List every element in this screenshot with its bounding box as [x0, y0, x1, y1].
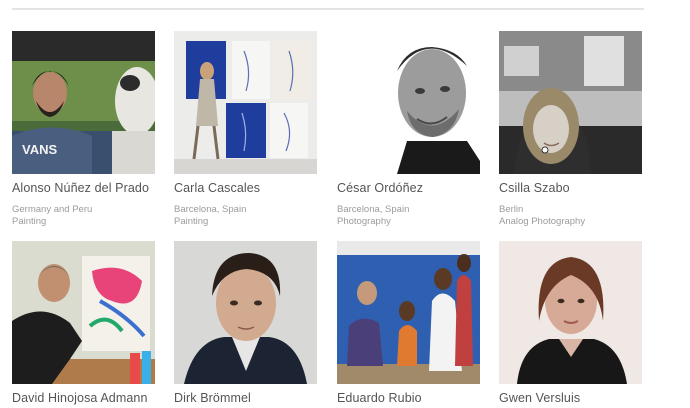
artist-discipline: Analog Photography	[499, 216, 586, 227]
artist-photo[interactable]	[337, 31, 480, 174]
artist-card-eduardo[interactable]: Eduardo Rubio	[337, 241, 480, 405]
artist-photo[interactable]: VANS	[12, 31, 155, 174]
artist-name[interactable]: Csilla Szabo	[499, 181, 642, 195]
artist-name[interactable]: César Ordóñez	[337, 181, 480, 195]
top-divider	[12, 8, 644, 10]
artist-name[interactable]: Eduardo Rubio	[337, 391, 480, 405]
artist-location: Berlin	[499, 204, 524, 215]
artist-location: Barcelona, Spain	[174, 204, 247, 215]
artist-card-alonso[interactable]: VANS Alonso Núñez del Prado Germany and …	[12, 31, 155, 228]
artist-discipline: Painting	[174, 216, 209, 227]
artist-card-dirk[interactable]: Dirk Brömmel	[174, 241, 317, 405]
artist-photo[interactable]	[12, 241, 155, 384]
artist-photo[interactable]	[174, 241, 317, 384]
artist-card-csilla[interactable]: Csilla Szabo Berlin Analog Photography	[499, 31, 642, 228]
artist-photo[interactable]	[499, 31, 642, 174]
artist-card-david[interactable]: David Hinojosa Admann	[12, 241, 155, 405]
artist-discipline: Photography	[337, 216, 391, 227]
artist-photo[interactable]	[337, 241, 480, 384]
artist-photo[interactable]	[174, 31, 317, 174]
shirt-logo-text: VANS	[22, 142, 57, 157]
artist-discipline: Painting	[12, 216, 47, 227]
artist-card-carla[interactable]: Carla Cascales Barcelona, Spain Painting	[174, 31, 317, 228]
artist-name[interactable]: David Hinojosa Admann	[12, 391, 155, 405]
artist-card-gwen[interactable]: Gwen Versluis	[499, 241, 642, 405]
artist-name[interactable]: Carla Cascales	[174, 181, 317, 195]
artist-name[interactable]: Alonso Núñez del Prado	[12, 181, 155, 195]
artist-photo[interactable]	[499, 241, 642, 384]
artist-name[interactable]: Gwen Versluis	[499, 391, 642, 405]
artist-card-cesar[interactable]: César Ordóñez Barcelona, Spain Photograp…	[337, 31, 480, 228]
artist-location: Germany and Peru	[12, 204, 93, 215]
artist-name[interactable]: Dirk Brömmel	[174, 391, 317, 405]
artist-location: Barcelona, Spain	[337, 204, 410, 215]
